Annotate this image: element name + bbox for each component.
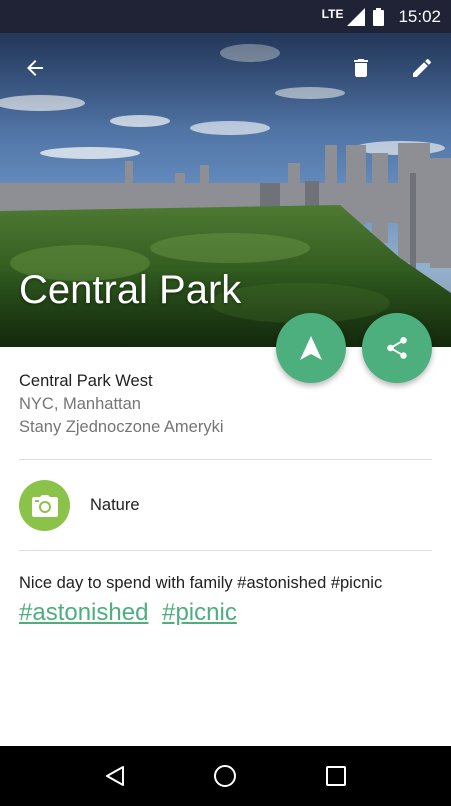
camera-icon [31, 494, 58, 517]
category-label: Nature [90, 496, 140, 514]
circle-home-icon [214, 765, 237, 787]
arrow-back-icon [27, 60, 43, 76]
divider [19, 459, 432, 460]
divider [19, 550, 432, 551]
nav-back-button[interactable] [95, 756, 135, 796]
tag-link-astonished[interactable]: #astonished [19, 599, 148, 626]
network-type: LTE [321, 6, 344, 21]
share-icon [387, 337, 407, 359]
tag-list: #astonished #picnic [19, 599, 244, 627]
nav-recents-button[interactable] [316, 756, 356, 796]
share-button[interactable] [362, 313, 432, 383]
triangle-back-icon [106, 766, 125, 786]
nav-home-button[interactable] [205, 756, 245, 796]
country-address: Stany Zjednoczone Ameryki [19, 418, 224, 436]
square-recents-icon [325, 766, 346, 786]
battery-icon [373, 7, 385, 26]
street-address: Central Park West [19, 372, 153, 390]
category-badge [19, 480, 70, 531]
address-block: Central Park West NYC, Manhattan Stany Z… [19, 370, 224, 439]
delete-button[interactable] [343, 50, 379, 86]
signal-icon [347, 7, 366, 26]
edit-button[interactable] [404, 50, 440, 86]
tag-link-picnic[interactable]: #picnic [162, 599, 237, 626]
back-button[interactable] [17, 50, 53, 86]
navigation-arrow-icon [300, 336, 322, 360]
category-row: Nature [19, 480, 140, 531]
clock: 15:02 [398, 6, 441, 26]
navigate-button[interactable] [276, 313, 346, 383]
status-bar: LTE 15:02 [0, 0, 451, 33]
place-title: Central Park [19, 268, 242, 312]
city-address: NYC, Manhattan [19, 395, 141, 413]
note-description: Nice day to spend with family #astonishe… [19, 574, 383, 592]
trash-icon [354, 59, 368, 77]
system-nav-bar [0, 746, 451, 806]
pencil-icon [413, 58, 431, 77]
